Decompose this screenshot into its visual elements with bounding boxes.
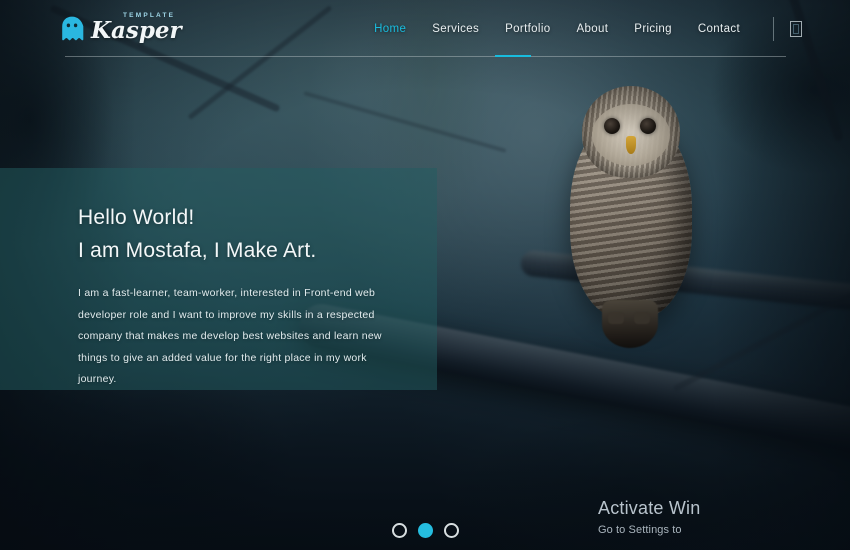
hero-text-panel: Hello World! I am Mostafa, I Make Art. I…: [0, 168, 437, 390]
logo-template-label: TEMPLATE: [123, 11, 176, 19]
site-header: TEMPLATE Kasper Home Services Portfolio …: [0, 0, 850, 58]
landing-section: TEMPLATE Kasper Home Services Portfolio …: [0, 0, 850, 550]
nav-item-pricing[interactable]: Pricing: [621, 17, 685, 41]
header-active-indicator: [495, 55, 531, 57]
slider-bullets: [0, 523, 850, 538]
slider-bullet-1[interactable]: [391, 523, 407, 538]
slider-bullet-2[interactable]: [417, 523, 433, 538]
header-right: Home Services Portfolio About Pricing Co…: [361, 17, 802, 41]
search-icon[interactable]: [790, 21, 802, 37]
site-logo[interactable]: TEMPLATE Kasper: [60, 12, 182, 44]
nav-item-home[interactable]: Home: [361, 17, 419, 41]
logo-text-block: TEMPLATE Kasper: [91, 12, 182, 44]
nav-item-about[interactable]: About: [563, 17, 621, 41]
header-divider: [773, 17, 774, 41]
hero-heading-secondary: I am Mostafa, I Make Art.: [78, 238, 317, 262]
nav-item-contact[interactable]: Contact: [685, 17, 753, 41]
hero-paragraph: I am a fast-learner, team-worker, intere…: [78, 287, 382, 386]
logo-brand-name: Kasper: [91, 16, 182, 44]
ghost-icon: [62, 16, 84, 40]
slider-bullet-3[interactable]: [443, 523, 459, 538]
nav-item-portfolio[interactable]: Portfolio: [492, 17, 563, 41]
header-divider-line: [65, 56, 786, 57]
nav-item-services[interactable]: Services: [419, 17, 492, 41]
main-navigation: Home Services Portfolio About Pricing Co…: [361, 17, 753, 41]
hero-heading-primary: Hello World!: [78, 206, 195, 229]
